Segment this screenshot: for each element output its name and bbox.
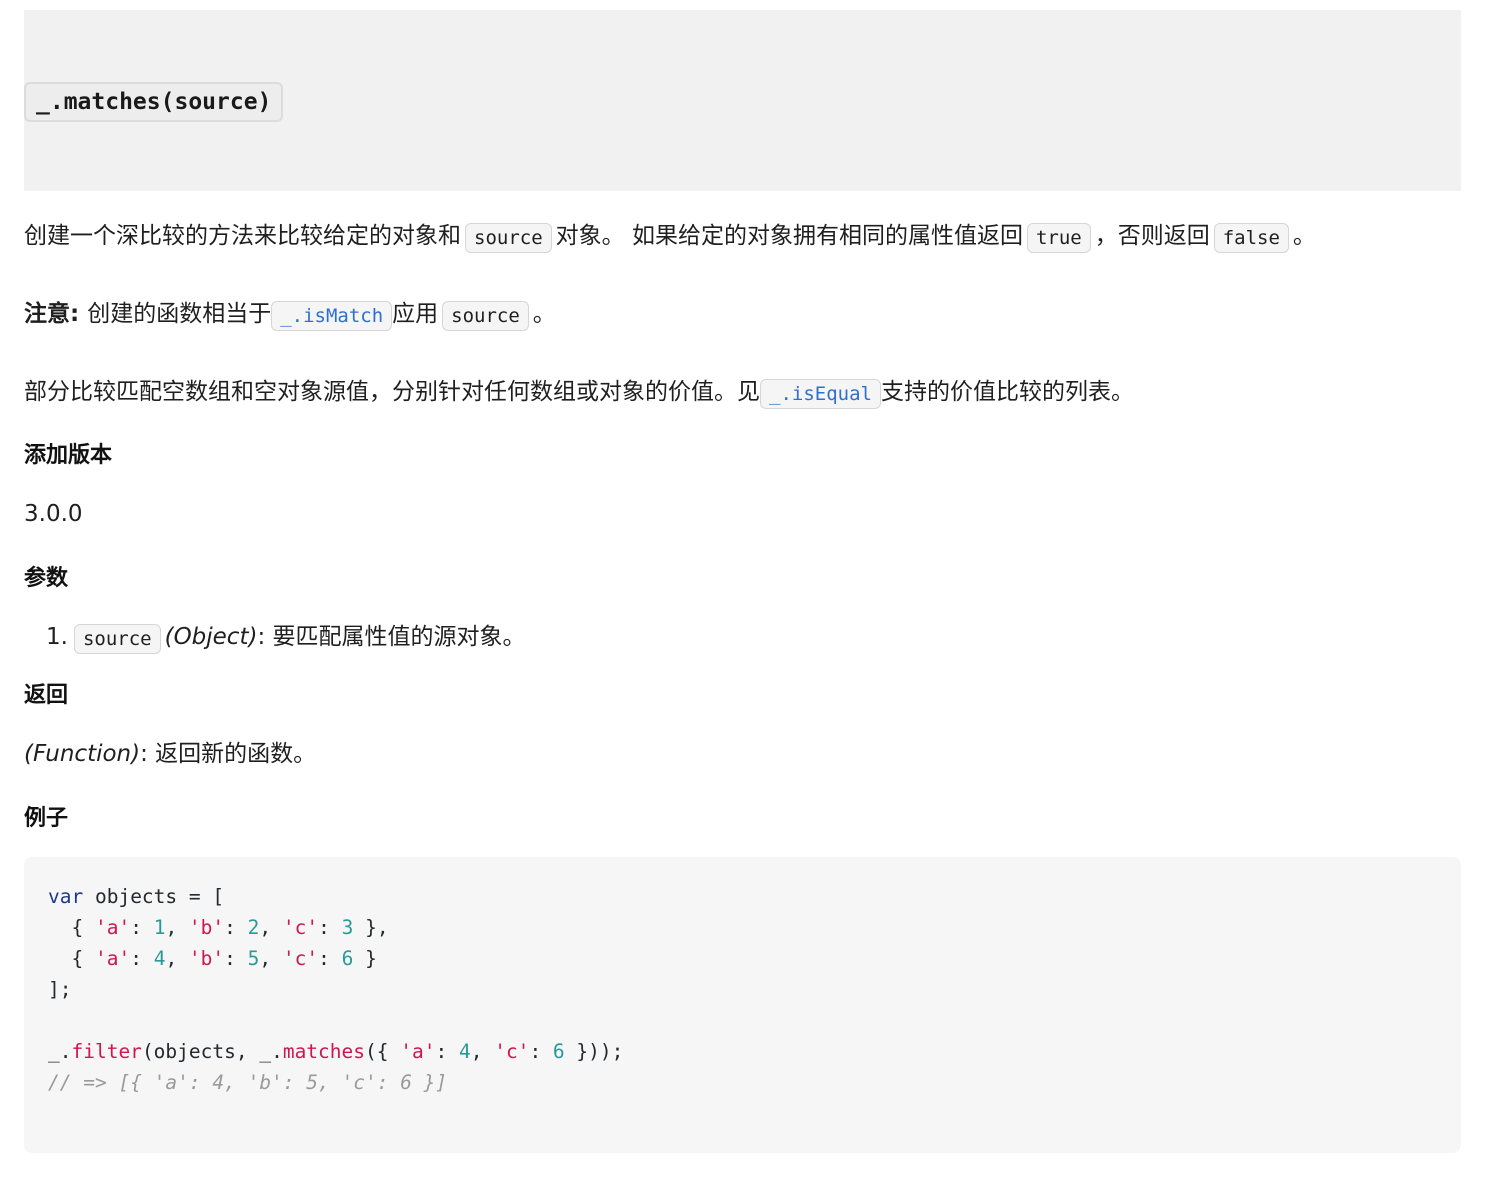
since-version: 3.0.0 (24, 501, 83, 527)
inline-code-source-note: source (442, 301, 529, 331)
description-paragraph: 创建一个深比较的方法来比较给定的对象和 source 对象。 如果给定的对象拥有… (24, 220, 1316, 253)
param-desc: : 要匹配属性值的源对象。 (257, 624, 526, 650)
note-paragraph: 注意: 创建的函数相当于 _.isMatch 应用 source 。 (24, 298, 556, 331)
code-line: { 'a': 1, 'b': 2, 'c': 3 }, (48, 916, 389, 939)
inline-code-source: source (465, 223, 552, 253)
example-code-block: var objects = [ { 'a': 1, 'b': 2, 'c': 3… (24, 857, 1461, 1153)
description-text-4: 。 (1292, 223, 1316, 249)
description-text-2: 对象。 如果给定的对象拥有相同的属性值返回 (555, 223, 1023, 249)
note-label: 注意: (24, 301, 80, 327)
param-list-item: 1. source (Object) : 要匹配属性值的源对象。 (24, 621, 526, 654)
function-signature: _.matches(source) (24, 82, 284, 122)
code-line: ]; (48, 978, 72, 1001)
params-heading: 参数 (24, 566, 69, 591)
param-number: 1. (46, 624, 68, 650)
returns-desc: : 返回新的函数。 (140, 741, 317, 767)
description-text-3: ，否则返回 (1094, 223, 1210, 249)
inline-code-true: true (1026, 223, 1091, 253)
param-name: source (73, 624, 161, 654)
partial-text-1: 部分比较匹配空数组和空对象源值，分别针对任何数组或对象的价值。见 (24, 379, 760, 405)
note-text-2: 应用 (392, 301, 439, 327)
code-line: var objects = [ (48, 885, 225, 908)
note-text-1: 创建的函数相当于 (87, 301, 272, 327)
since-heading: 添加版本 (24, 443, 113, 468)
note-text-3: 。 (532, 301, 556, 327)
isequal-link[interactable]: _.isEqual (760, 379, 881, 409)
code-line: _.filter(objects, _.matches({ 'a': 4, 'c… (48, 1040, 624, 1063)
example-code: var objects = [ { 'a': 1, 'b': 2, 'c': 3… (48, 881, 623, 1098)
ismatch-link[interactable]: _.isMatch (271, 301, 393, 331)
description-text-1: 创建一个深比较的方法来比较给定的对象和 (24, 223, 461, 249)
returns-type: (Function) (24, 741, 141, 767)
code-line: { 'a': 4, 'b': 5, 'c': 6 } (48, 947, 377, 970)
code-line: // => [{ 'a': 4, 'b': 5, 'c': 6 }] (48, 1071, 448, 1094)
example-heading: 例子 (24, 806, 69, 831)
returns-heading: 返回 (24, 683, 69, 708)
param-type: (Object) (164, 624, 258, 650)
partial-paragraph: 部分比较匹配空数组和空对象源值，分别针对任何数组或对象的价值。见 _.isEqu… (24, 376, 1134, 409)
returns-paragraph: (Function) : 返回新的函数。 (24, 738, 316, 770)
partial-text-2: 支持的价值比较的列表。 (880, 379, 1134, 405)
inline-code-false: false (1213, 223, 1289, 253)
